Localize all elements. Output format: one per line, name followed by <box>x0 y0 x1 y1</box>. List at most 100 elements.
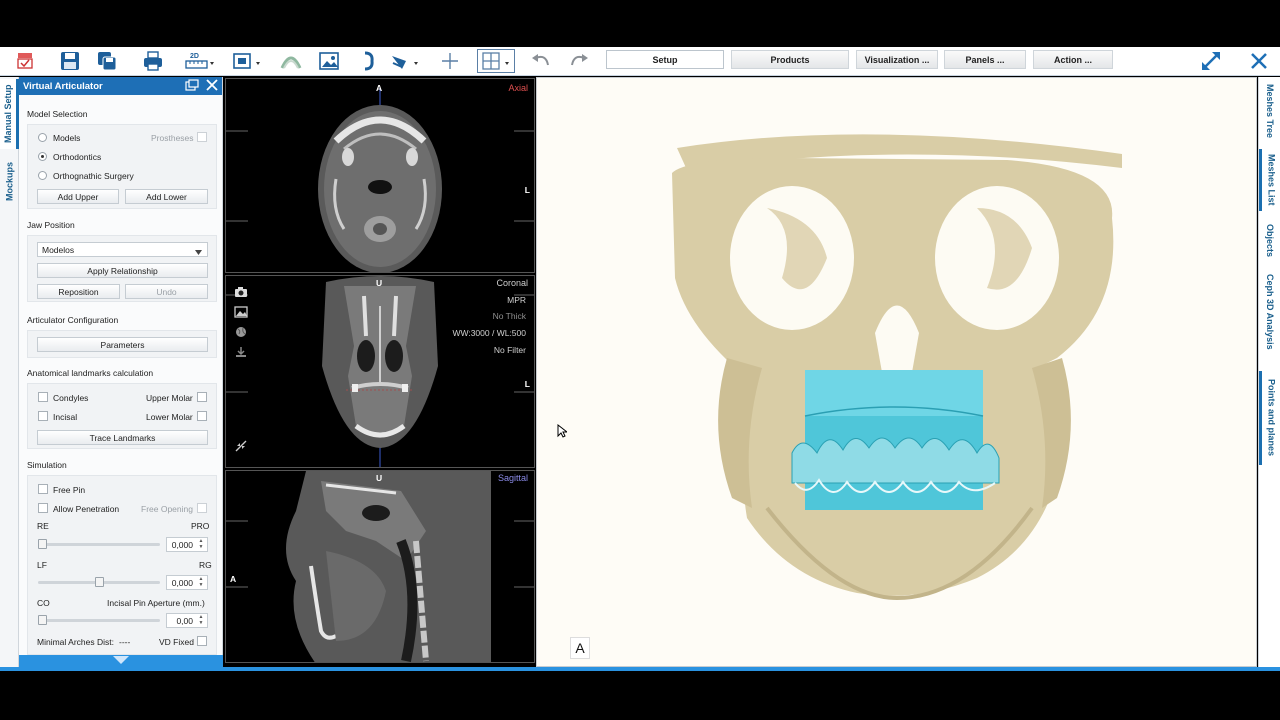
sagittal-label: Sagittal <box>497 473 528 483</box>
radio-orthognathic[interactable] <box>38 171 47 180</box>
expand-icon[interactable] <box>1198 49 1224 73</box>
panel-close-icon[interactable] <box>206 79 218 94</box>
articulator-icon[interactable] <box>12 49 38 73</box>
tool-2d-label: 2D <box>190 53 199 60</box>
left-vertical-tabs: Manual Setup Mockups <box>0 77 19 667</box>
tab-mockups[interactable]: Mockups <box>0 155 19 207</box>
re-pro-slider-thumb[interactable] <box>38 539 47 549</box>
articulator-config-group: Parameters <box>27 330 217 358</box>
free-opening-checkbox[interactable] <box>197 503 207 513</box>
radio-orthodontics[interactable] <box>38 152 47 161</box>
undo-button[interactable]: Undo <box>125 284 208 299</box>
2d-ruler-icon[interactable]: 2D <box>182 49 216 73</box>
axial-top-orientation: A <box>376 83 383 93</box>
condyles-label: Condyles <box>53 393 89 403</box>
panel-scroll-down[interactable] <box>19 655 223 667</box>
jaw-position-title: Jaw Position <box>27 220 75 230</box>
menu-action[interactable]: Action ... <box>1033 50 1113 69</box>
allow-penetration-label: Allow Penetration <box>53 504 120 514</box>
tab-objects[interactable]: Objects <box>1259 219 1280 263</box>
lf-rg-slider-thumb[interactable] <box>94 577 104 587</box>
axial-right-orientation: L <box>524 185 530 195</box>
add-upper-button[interactable]: Add Upper <box>37 189 119 204</box>
co-slider[interactable] <box>38 619 160 622</box>
print-icon[interactable] <box>140 49 166 73</box>
reposition-button[interactable]: Reposition <box>37 284 120 299</box>
undock-icon[interactable] <box>185 79 199 94</box>
undo-icon[interactable] <box>528 49 554 73</box>
spinner-arrows-icon[interactable]: ▲ ▼ <box>196 538 206 550</box>
incisal-checkbox[interactable] <box>38 411 48 421</box>
axial-label: Axial <box>508 83 528 93</box>
crop-frame-icon[interactable] <box>229 49 263 73</box>
coronal-ct-image <box>226 276 534 467</box>
apply-relationship-button[interactable]: Apply Relationship <box>37 263 208 278</box>
panel-title: Virtual Articulator <box>23 80 103 92</box>
free-opening-label: Free Opening <box>141 504 193 514</box>
menu-setup[interactable]: Setup <box>606 50 724 69</box>
vd-fixed-checkbox[interactable] <box>197 636 207 646</box>
spinner-arrows-icon[interactable]: ▲ ▼ <box>196 576 206 588</box>
allow-penetration-checkbox[interactable] <box>38 503 48 513</box>
camera-icon[interactable] <box>234 286 248 298</box>
landmarks-group: Condyles Upper Molar Incisal Lower Molar… <box>27 383 217 449</box>
redo-icon[interactable] <box>566 49 592 73</box>
orthognathic-label: Orthognathic Surgery <box>53 171 134 181</box>
jaw-position-select[interactable]: Modelos <box>37 242 208 257</box>
lf-label: LF <box>37 560 47 570</box>
co-slider-thumb[interactable] <box>38 615 47 625</box>
menu-products[interactable]: Products <box>731 50 849 69</box>
image-icon[interactable] <box>234 306 248 318</box>
prostheses-checkbox[interactable] <box>197 132 207 142</box>
re-label: RE <box>37 521 49 531</box>
tab-points-and-planes[interactable]: Points and planes <box>1259 371 1280 465</box>
panel-header: Virtual Articulator <box>19 77 222 95</box>
3d-viewer[interactable]: A <box>536 77 1257 667</box>
upper-molar-checkbox[interactable] <box>197 392 207 402</box>
condyles-checkbox[interactable] <box>38 392 48 402</box>
crosshair-icon[interactable] <box>437 49 463 73</box>
menu-panels[interactable]: Panels ... <box>944 50 1026 69</box>
co-value-field[interactable]: 0,00 ▲ ▼ <box>166 613 208 628</box>
globe-icon[interactable] <box>234 326 248 338</box>
lf-rg-value-field[interactable]: 0,000 ▲ ▼ <box>166 575 208 590</box>
download-icon[interactable] <box>234 346 248 358</box>
tab-ceph-3d-analysis[interactable]: Ceph 3D Analysis <box>1259 269 1280 355</box>
parameters-button[interactable]: Parameters <box>37 337 208 352</box>
coronal-view[interactable]: Coronal U L MPR No Thick WW:3000 / WL:50… <box>225 275 535 468</box>
sagittal-left-orientation: A <box>230 574 237 584</box>
image-icon[interactable] <box>316 49 342 73</box>
close-icon[interactable] <box>1246 49 1272 73</box>
measure-icon[interactable] <box>388 49 422 73</box>
pro-label: PRO <box>191 521 210 531</box>
models-label: Models <box>53 133 81 143</box>
re-pro-value: 0,000 <box>171 539 193 550</box>
re-pro-slider[interactable] <box>38 543 160 546</box>
trace-landmarks-button[interactable]: Trace Landmarks <box>37 430 208 445</box>
add-lower-button[interactable]: Add Lower <box>125 189 208 204</box>
tab-meshes-list[interactable]: Meshes List <box>1259 149 1280 211</box>
collapse-icon[interactable] <box>234 440 248 452</box>
save-icon[interactable] <box>57 49 83 73</box>
co-label: CO <box>37 598 50 608</box>
arch-icon[interactable] <box>278 49 304 73</box>
tab-manual-setup[interactable]: Manual Setup <box>0 79 19 149</box>
save-as-icon[interactable] <box>94 49 120 73</box>
axial-view[interactable]: Axial A L <box>225 78 535 273</box>
radio-models[interactable] <box>38 133 47 142</box>
minimal-arches-value: ---- <box>119 637 131 647</box>
menu-visualization[interactable]: Visualization ... <box>856 50 938 69</box>
articulator-config-title: Articulator Configuration <box>27 315 119 325</box>
sagittal-view[interactable]: Sagittal U A <box>225 470 535 663</box>
grid-layout-icon[interactable] <box>477 49 515 73</box>
free-pin-checkbox[interactable] <box>38 484 48 494</box>
simulation-title: Simulation <box>27 460 67 470</box>
coronal-label: Coronal <box>496 278 528 288</box>
re-pro-value-field[interactable]: 0,000 ▲ ▼ <box>166 537 208 552</box>
lower-molar-checkbox[interactable] <box>197 411 207 421</box>
mouse-cursor-icon <box>557 423 569 440</box>
tab-meshes-tree[interactable]: Meshes Tree <box>1259 79 1280 143</box>
spinner-arrows-icon[interactable]: ▲ ▼ <box>196 614 206 626</box>
vd-fixed-label: VD Fixed <box>159 637 194 647</box>
bracket-icon[interactable] <box>356 49 382 73</box>
